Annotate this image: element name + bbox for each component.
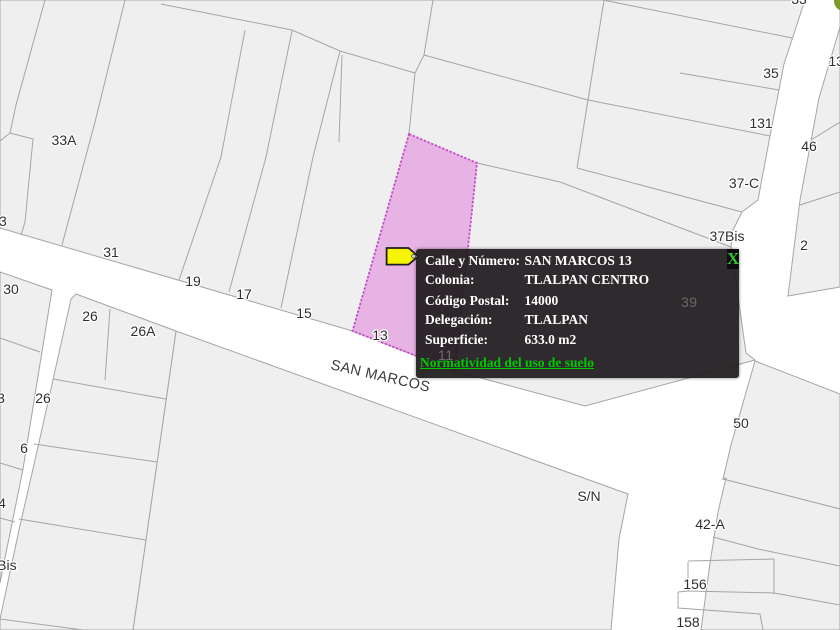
svg-text:26: 26 bbox=[82, 308, 98, 324]
svg-text:6: 6 bbox=[20, 440, 28, 456]
svg-text:4: 4 bbox=[0, 495, 6, 511]
svg-text:19: 19 bbox=[185, 273, 201, 289]
svg-text:156: 156 bbox=[683, 576, 707, 592]
svg-text:33A: 33A bbox=[52, 132, 78, 148]
svg-text:131: 131 bbox=[828, 53, 840, 69]
svg-text:26A: 26A bbox=[131, 323, 157, 339]
svg-text:33: 33 bbox=[791, 0, 807, 7]
svg-text:35: 35 bbox=[763, 65, 779, 81]
svg-text:158: 158 bbox=[676, 614, 700, 630]
svg-text:37-C: 37-C bbox=[729, 175, 759, 191]
svg-text:2: 2 bbox=[800, 237, 808, 253]
svg-text:37Bis: 37Bis bbox=[709, 228, 744, 244]
svg-text:42-A: 42-A bbox=[695, 516, 725, 532]
svg-text:26: 26 bbox=[35, 390, 51, 406]
svg-text:31: 31 bbox=[103, 244, 119, 260]
svg-text:131: 131 bbox=[749, 115, 773, 131]
svg-text:50: 50 bbox=[733, 415, 749, 431]
svg-text:46: 46 bbox=[801, 138, 817, 154]
svg-text:13: 13 bbox=[372, 327, 388, 343]
svg-text:S/N: S/N bbox=[577, 488, 600, 504]
svg-text:15: 15 bbox=[296, 305, 312, 321]
svg-text:30: 30 bbox=[3, 281, 19, 297]
svg-text:8Bis: 8Bis bbox=[0, 557, 17, 573]
svg-text:3: 3 bbox=[0, 390, 5, 406]
svg-text:33: 33 bbox=[0, 213, 7, 229]
svg-text:17: 17 bbox=[236, 286, 252, 302]
